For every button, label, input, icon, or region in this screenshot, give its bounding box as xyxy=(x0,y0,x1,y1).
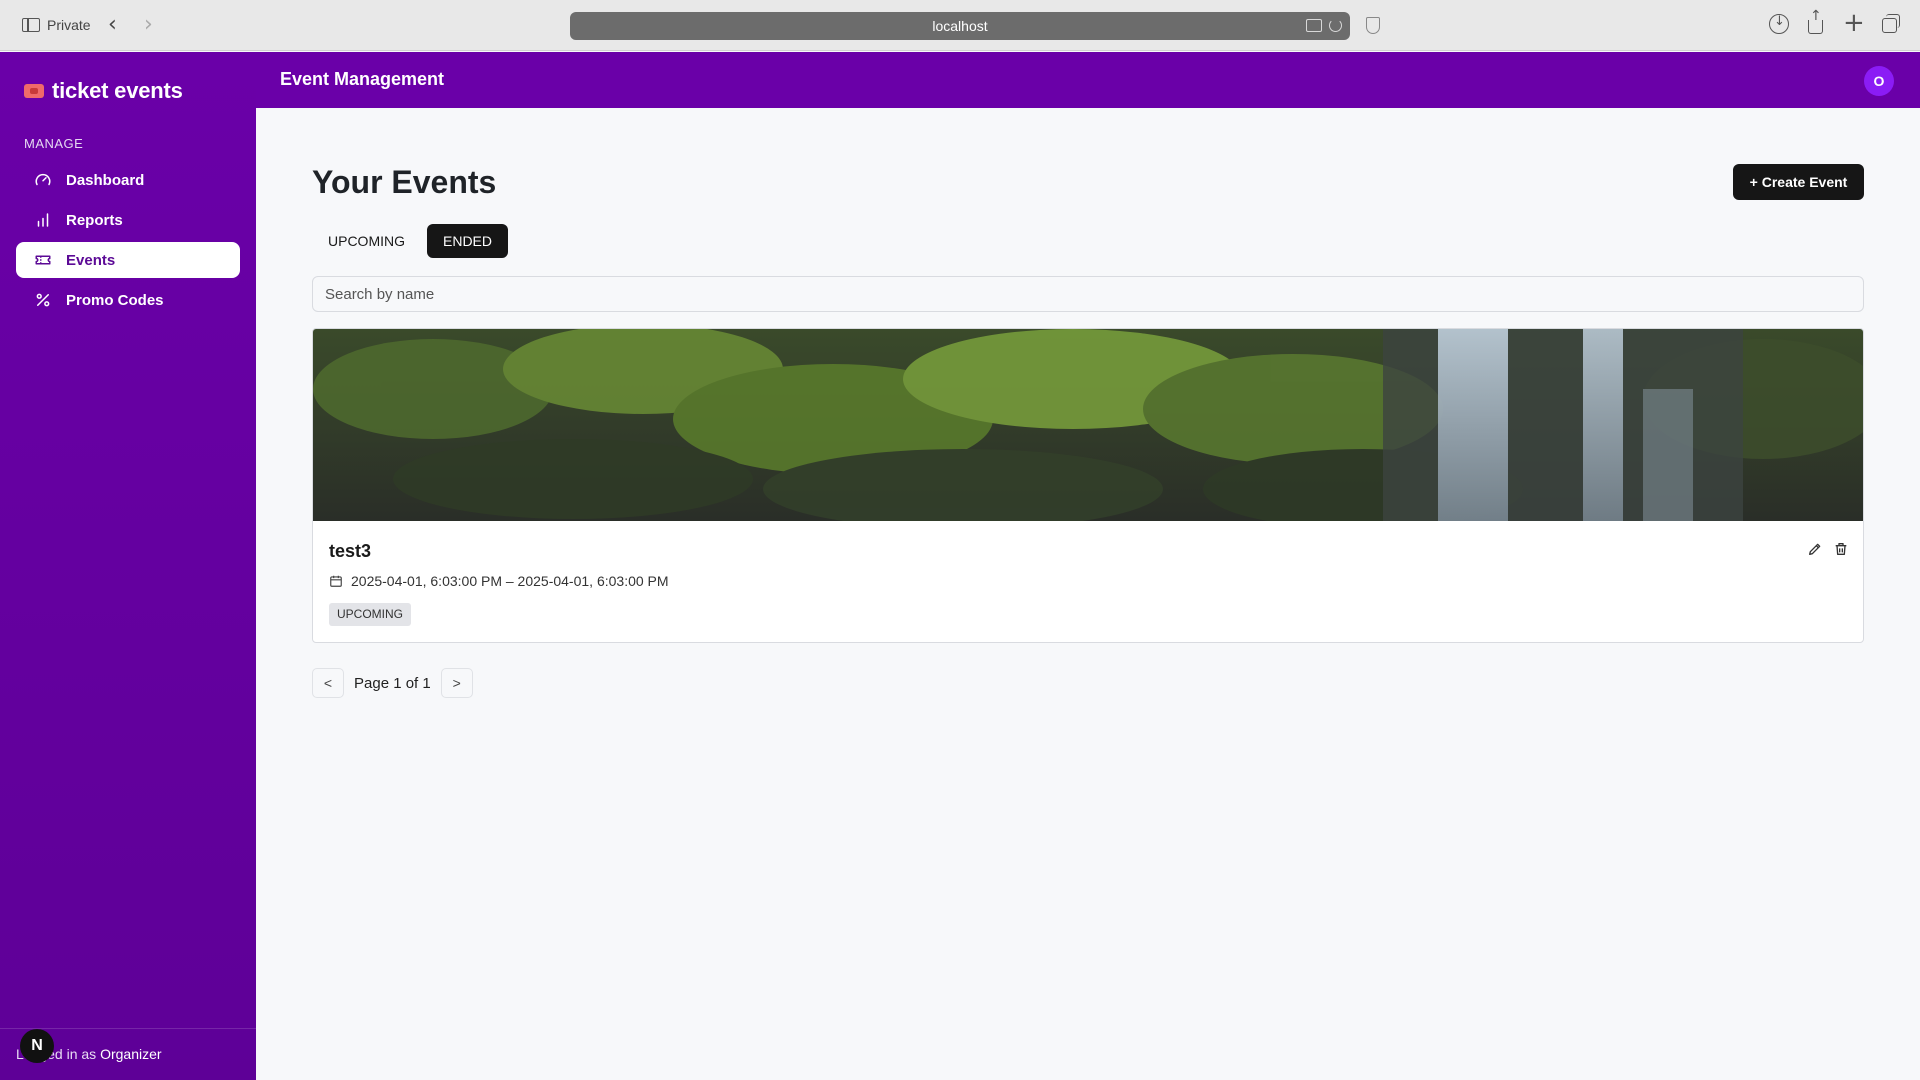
share-icon[interactable] xyxy=(1808,8,1823,34)
event-card[interactable]: test3 2025-04-01, 6:03:00 PM – 2025-04-0… xyxy=(312,328,1864,643)
tab-upcoming[interactable]: UPCOMING xyxy=(312,224,421,258)
sidebar-item-label: Reports xyxy=(66,211,123,229)
main-content: Your Events + Create Event UPCOMING ENDE… xyxy=(256,108,1920,1080)
download-icon[interactable] xyxy=(1769,14,1789,34)
sidebar-item-label: Promo Codes xyxy=(66,291,164,309)
event-date-range: 2025-04-01, 6:03:00 PM – 2025-04-01, 6:0… xyxy=(351,573,669,589)
avatar[interactable]: O xyxy=(1864,66,1894,96)
user-role: Organizer xyxy=(100,1046,162,1062)
tab-ended[interactable]: ENDED xyxy=(427,224,509,258)
header-title: Event Management xyxy=(280,69,445,89)
nextjs-badge[interactable]: N xyxy=(20,1029,54,1063)
sidebar-item-dashboard[interactable]: Dashboard xyxy=(16,162,240,198)
new-tab-icon[interactable]: + xyxy=(1843,10,1865,36)
pagination: < Page 1 of 1 > xyxy=(312,668,473,698)
edit-icon[interactable] xyxy=(1807,541,1823,557)
address-bar[interactable]: localhost xyxy=(570,12,1350,40)
event-actions xyxy=(1807,541,1849,557)
ticket-icon xyxy=(34,251,52,269)
logo-text: ticket events xyxy=(52,78,183,103)
trash-icon[interactable] xyxy=(1833,541,1849,557)
calendar-icon xyxy=(330,575,342,587)
event-image xyxy=(313,329,1863,521)
next-page-button[interactable]: > xyxy=(440,668,473,698)
tab-overview-icon[interactable] xyxy=(1882,14,1900,33)
event-tabs: UPCOMING ENDED xyxy=(312,224,509,258)
search-input[interactable] xyxy=(312,276,1864,312)
private-label: Private xyxy=(47,17,91,33)
gauge-icon xyxy=(34,171,52,189)
browser-toolbar: Private ‹ › localhost + xyxy=(0,0,1920,51)
logo[interactable]: ticket events xyxy=(24,78,183,104)
forward-icon[interactable]: › xyxy=(144,12,153,37)
section-label: MANAGE xyxy=(24,136,84,151)
prev-page-button[interactable]: < xyxy=(312,668,344,698)
bar-chart-icon xyxy=(34,211,52,229)
sidebar-footer: Logged in as Organizer N xyxy=(0,1028,256,1080)
top-header: Event Management O xyxy=(256,52,1920,108)
sidebar-toggle-icon[interactable] xyxy=(22,18,40,32)
page-indicator: Page 1 of 1 xyxy=(354,674,431,692)
translate-icon[interactable] xyxy=(1306,19,1322,32)
url-text: localhost xyxy=(932,18,988,34)
sidebar-item-promo-codes[interactable]: Promo Codes xyxy=(16,282,240,318)
shield-icon[interactable] xyxy=(1366,17,1380,34)
reload-icon[interactable] xyxy=(1329,19,1342,32)
sidebar-item-events[interactable]: Events xyxy=(16,242,240,278)
create-event-button[interactable]: + Create Event xyxy=(1733,164,1864,200)
event-title: test3 xyxy=(329,541,372,561)
status-badge: UPCOMING xyxy=(329,603,411,626)
percent-icon xyxy=(34,291,52,309)
sidebar-item-label: Dashboard xyxy=(66,171,145,189)
sidebar: ticket events MANAGE Dashboard Reports E… xyxy=(0,52,256,1080)
sidebar-item-reports[interactable]: Reports xyxy=(16,202,240,238)
sidebar-nav: Dashboard Reports Events Promo Codes xyxy=(16,162,240,322)
sidebar-item-label: Events xyxy=(66,251,116,269)
ticket-logo-icon xyxy=(24,84,44,98)
event-date: 2025-04-01, 6:03:00 PM – 2025-04-01, 6:0… xyxy=(329,573,669,589)
page-title: Your Events xyxy=(312,164,497,200)
back-icon[interactable]: ‹ xyxy=(108,12,117,37)
